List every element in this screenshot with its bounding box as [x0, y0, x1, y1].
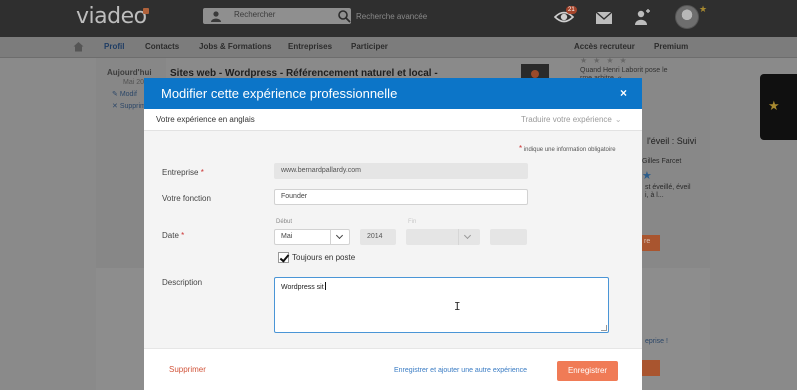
bg-delete-link: ✕ Supprim: [112, 103, 146, 110]
tab-english-experience[interactable]: Votre expérience en anglais: [156, 115, 255, 124]
save-and-add-button[interactable]: Enregistrer et ajouter une autre expérie…: [394, 367, 527, 374]
bg-quote-line-1: Quand Henri Laborit pose le: [580, 67, 668, 74]
notification-badge: 21: [566, 6, 577, 14]
text-cursor-icon: I: [454, 300, 461, 313]
nav-item-jobs[interactable]: Jobs & Formations: [199, 42, 271, 51]
position-input[interactable]: Founder: [274, 189, 528, 205]
bg-text-line-1: st éveillé, éveil: [645, 184, 691, 191]
company-label-text: Entreprise: [162, 168, 199, 177]
description-value: Wordpress sit: [281, 284, 324, 291]
star-icon: ★: [768, 98, 780, 113]
chevron-down-icon: [458, 229, 478, 245]
bg-orange-button: re: [642, 235, 660, 251]
top-bar: viadeo Rechercher Recherche avancée 21 ★: [0, 0, 797, 37]
modal-header: Modifier cette expérience professionnell…: [144, 78, 642, 109]
nav-item-participer[interactable]: Participer: [351, 42, 388, 51]
company-label: Entreprise *: [162, 168, 204, 177]
viadeo-logo[interactable]: viadeo: [76, 4, 147, 29]
required-asterisk: *: [200, 168, 204, 177]
translate-dropdown[interactable]: Traduire votre expérience ⌄: [521, 115, 622, 124]
modal-footer: Supprimer Enregistrer et ajouter une aut…: [144, 348, 642, 390]
chevron-down-icon: ⌄: [614, 115, 622, 124]
bg-author: Gilles Farcet: [642, 158, 682, 165]
position-label: Votre fonction: [162, 194, 211, 203]
bg-modify-text: Modif: [119, 91, 137, 98]
bg-text-line-2: i, à l...: [645, 192, 664, 199]
bg-company-link: eprise !: [645, 338, 668, 345]
start-month-value: Mai: [281, 233, 293, 240]
mail-icon[interactable]: [595, 11, 613, 25]
nav-item-recruiter[interactable]: Accès recruteur: [574, 42, 635, 51]
nav-item-profil[interactable]: Profil: [104, 42, 124, 51]
advanced-search-link[interactable]: Recherche avancée: [356, 12, 427, 21]
edit-experience-modal: Modifier cette expérience professionnell…: [144, 78, 642, 390]
bg-delete-text: Supprim: [119, 103, 146, 110]
user-icon: [211, 11, 221, 22]
bg-article-title: l'éveil : Suivi: [647, 136, 697, 146]
search-input[interactable]: Rechercher: [203, 8, 351, 24]
save-button[interactable]: Enregistrer: [557, 361, 618, 381]
home-icon[interactable]: [73, 41, 84, 52]
required-note: * indique une information obligatoire: [519, 144, 616, 153]
premium-side-tab[interactable]: ★: [760, 74, 797, 140]
premium-star-icon: ★: [699, 4, 708, 14]
add-contact-icon[interactable]: [633, 8, 651, 26]
modal-title: Modifier cette expérience professionnell…: [161, 86, 398, 101]
logo-dot: [143, 8, 149, 14]
bg-rating-stars: ★★★★: [580, 56, 633, 65]
date-label-text: Date: [162, 231, 179, 240]
nav-bar: Profil Contacts Jobs & Formations Entrep…: [0, 37, 797, 58]
chevron-down-icon[interactable]: [330, 229, 350, 245]
close-icon[interactable]: ×: [620, 86, 627, 100]
description-textarea[interactable]: Wordpress sit: [274, 277, 609, 333]
nav-item-contacts[interactable]: Contacts: [145, 42, 179, 51]
date-label: Date *: [162, 231, 184, 240]
required-asterisk: *: [181, 231, 185, 240]
end-year-input: [490, 229, 527, 245]
delete-button[interactable]: Supprimer: [169, 365, 206, 374]
start-year-input[interactable]: 2014: [360, 229, 396, 245]
end-label: Fin: [408, 219, 417, 225]
bg-today-label: Aujourd'hui: [107, 68, 152, 77]
current-position-label: Toujours en poste: [292, 253, 356, 262]
search-icon[interactable]: [337, 9, 351, 23]
description-label: Description: [162, 278, 203, 287]
bg-modify-link: ✎ Modif: [112, 91, 137, 98]
search-placeholder: Rechercher: [234, 10, 276, 19]
avatar[interactable]: [675, 5, 699, 29]
start-label: Début: [276, 219, 293, 225]
bg-orange-button-2: [642, 360, 660, 376]
nav-item-entreprises[interactable]: Entreprises: [288, 42, 332, 51]
company-field: www.bernardpallardy.com: [274, 163, 528, 179]
text-caret: [324, 282, 326, 290]
nav-item-premium[interactable]: Premium: [654, 42, 688, 51]
required-note-text: indique une information obligatoire: [523, 147, 616, 153]
translate-label: Traduire votre expérience: [521, 115, 612, 124]
resize-handle[interactable]: [601, 325, 607, 331]
current-position-checkbox[interactable]: [278, 252, 289, 263]
required-asterisk: *: [519, 144, 523, 153]
language-tabs: Votre expérience en anglais Traduire vot…: [144, 109, 642, 131]
bg-star-icon: ★: [642, 170, 652, 182]
